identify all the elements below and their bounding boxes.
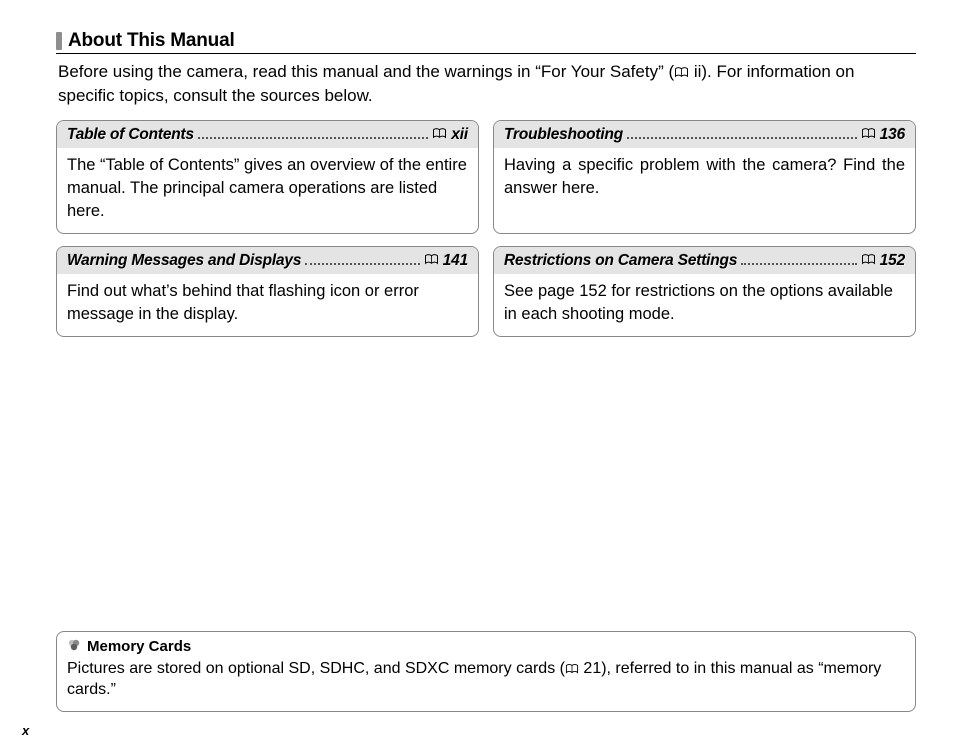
panel-body: See page 152 for restrictions on the opt… [494,274,915,336]
book-icon [674,62,689,81]
panel-page-ref: 152 [861,252,905,270]
panel-header: Table of Contents xii [57,121,478,148]
panel-title: Restrictions on Camera Settings [504,252,737,270]
note-header: Memory Cards [67,638,905,656]
book-icon [861,128,876,139]
panel-table-of-contents: Table of Contents xii The “Table of Cont… [56,120,479,234]
panel-body: The “Table of Contents” gives an overvie… [57,148,478,233]
intro-text-before: Before using the camera, read this manua… [58,62,674,81]
intro-paragraph: Before using the camera, read this manua… [58,60,914,108]
panel-troubleshooting: Troubleshooting 136 Having a specific pr… [493,120,916,234]
panel-warning-messages: Warning Messages and Displays 141 Find o… [56,246,479,337]
panel-page-ref: 141 [424,252,468,270]
book-icon [432,128,447,139]
panel-page-number: xii [451,126,468,144]
dot-leader [627,137,857,139]
dot-leader [305,263,419,265]
panel-header: Troubleshooting 136 [494,121,915,148]
panel-title: Troubleshooting [504,126,623,144]
section-heading: About This Manual [56,30,916,54]
note-body: Pictures are stored on optional SD, SDHC… [67,658,905,701]
panel-header: Warning Messages and Displays 141 [57,247,478,274]
heading-text: About This Manual [68,30,235,52]
panel-page-number: 141 [443,252,468,270]
panel-page-ref: 136 [861,126,905,144]
note-text-before: Pictures are stored on optional SD, SDHC… [67,660,565,677]
panel-page-number: 136 [880,126,905,144]
panel-page-ref: xii [432,126,468,144]
note-memory-cards: Memory Cards Pictures are stored on opti… [56,631,916,712]
panel-title: Table of Contents [67,126,194,144]
panel-restrictions: Restrictions on Camera Settings 152 See … [493,246,916,337]
panel-header: Restrictions on Camera Settings 152 [494,247,915,274]
note-bullet-icon [67,638,81,656]
dot-leader [198,137,428,139]
note-title: Memory Cards [87,638,191,655]
dot-leader [741,263,856,265]
book-icon [565,660,579,677]
book-icon [424,254,439,265]
panel-grid: Table of Contents xii The “Table of Cont… [56,120,916,337]
page-number: x [22,723,29,738]
panel-body: Find out what’s behind that flashing ico… [57,274,478,336]
panel-body: Having a specific problem with the camer… [494,148,915,210]
panel-page-number: 152 [880,252,905,270]
heading-accent-bar [56,32,62,50]
panel-title: Warning Messages and Displays [67,252,301,270]
book-icon [861,254,876,265]
